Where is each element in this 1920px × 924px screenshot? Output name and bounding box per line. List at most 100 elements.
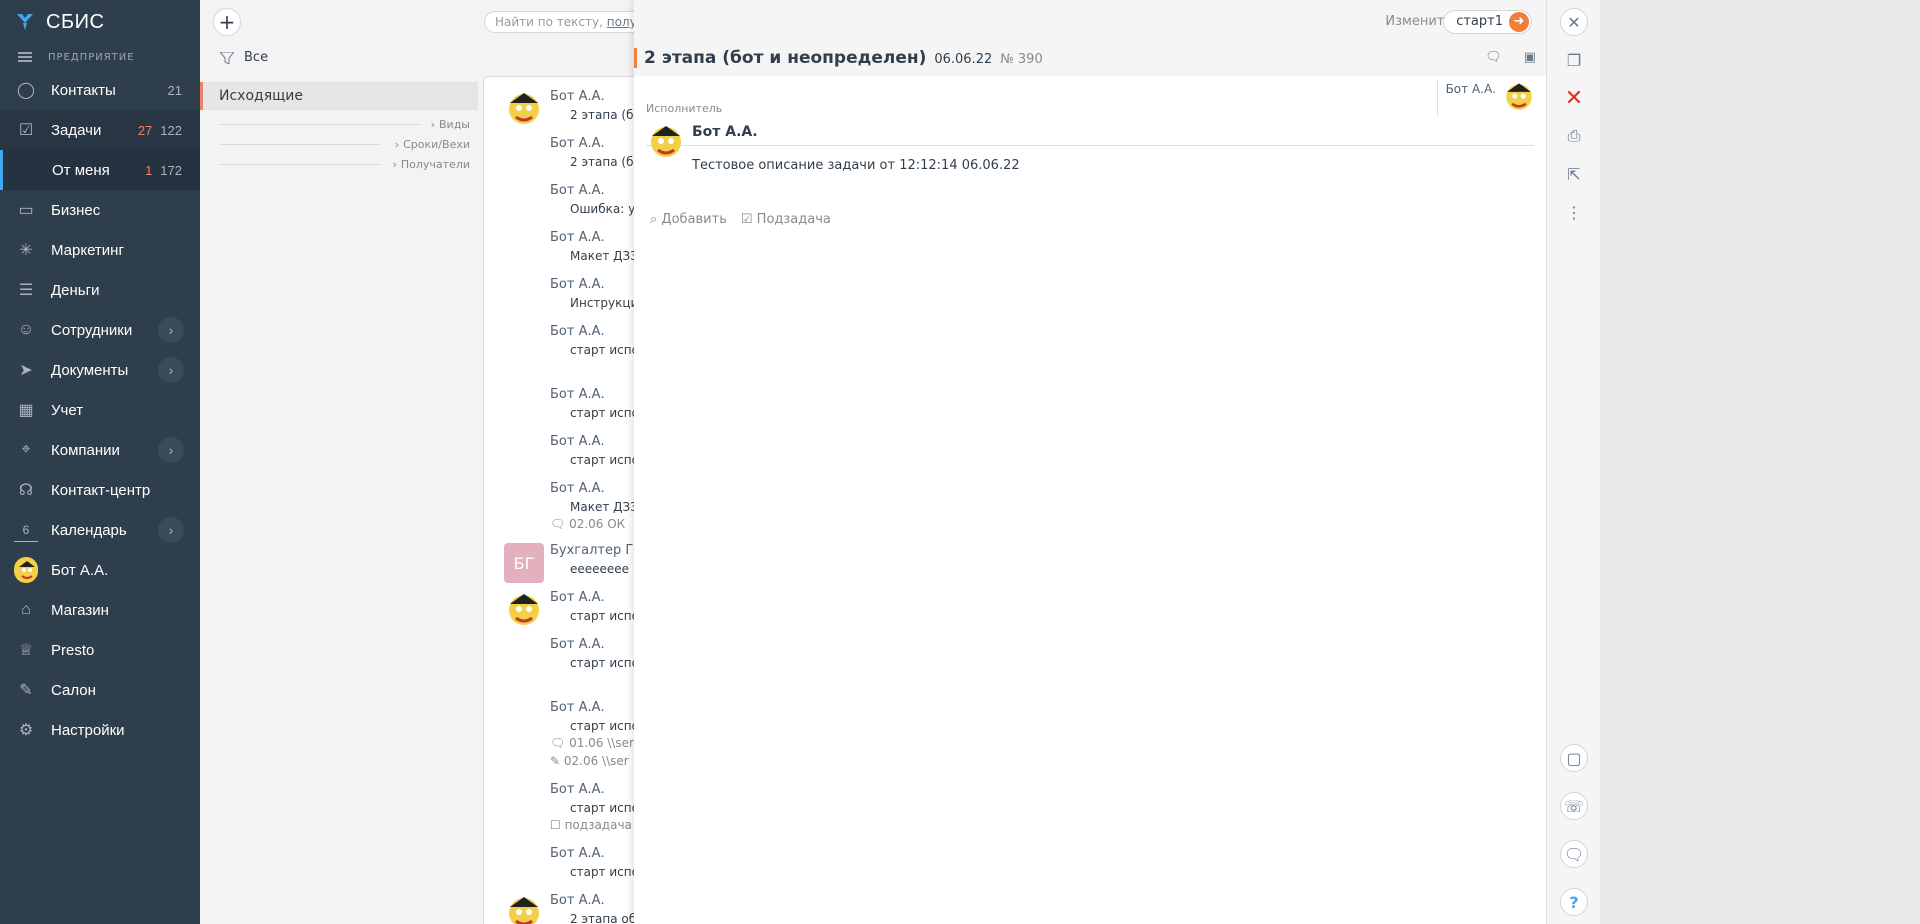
edit-meta: ✎ 02.06 \\ser — [550, 754, 629, 768]
printer-icon: ⎙ — [1567, 126, 1581, 145]
sidebar-item-from-me[interactable]: От меня 1 172 — [0, 150, 200, 190]
chat-bubble-icon: 🗨 — [1563, 844, 1585, 864]
money-icon: ☰ — [18, 282, 34, 299]
chevron-right-icon: › — [394, 137, 400, 151]
org-name: ПРЕДПРИЯТИЕ — [48, 51, 135, 63]
count-urgent: 27 — [137, 122, 153, 138]
attach-button[interactable]: ⌕ Добавить — [650, 212, 727, 227]
arrow-right-icon: ➜ — [1509, 12, 1529, 32]
sparkle-icon: ✳ — [19, 242, 33, 259]
paperclip-icon: ⌕ — [650, 212, 658, 227]
report-icon[interactable]: ▣ — [1524, 50, 1536, 65]
sidebar-item-calendar[interactable]: 6 Календарь › — [0, 510, 200, 550]
tasks-icon: ☑ — [18, 122, 34, 139]
count: 21 — [167, 82, 182, 98]
chevron-right-icon[interactable]: › — [158, 517, 184, 543]
count: 172 — [160, 162, 182, 178]
org-switcher[interactable]: ПРЕДПРИЯТИЕ — [0, 44, 200, 70]
print-button[interactable]: ⎙ — [1560, 122, 1588, 150]
task-title: 2 этапа (бот и неопределен) 06.06.22 № 3… — [634, 48, 1043, 68]
chevron-right-icon: › — [430, 117, 435, 131]
sidebar-item-contact-center[interactable]: ☊ Контакт-центр — [0, 470, 200, 510]
sidebar-item-profile[interactable]: Бот А.А. — [0, 550, 200, 590]
avatar — [1506, 83, 1532, 110]
chevron-right-icon[interactable]: › — [158, 357, 184, 383]
link-button[interactable]: ⇱ — [1560, 160, 1588, 188]
external-link-icon: ⇱ — [1567, 164, 1581, 184]
shop-icon: ⌂ — [21, 601, 31, 618]
delete-button[interactable]: ✕ — [1560, 84, 1588, 112]
executor-field[interactable]: Бот А.А. — [646, 122, 1534, 157]
sidebar-item-marketing[interactable]: ✳ Маркетинг — [0, 230, 200, 270]
task-date: 06.06.22 — [934, 52, 993, 67]
avatar — [509, 93, 539, 124]
comment-meta: 🗨 01.06 \\ser — [550, 736, 634, 750]
executor-name: Бот А.А. — [692, 124, 758, 140]
sticky-note-icon: ▢ — [1566, 748, 1582, 768]
gear-icon: ⚙ — [18, 722, 34, 739]
sidebar-item-settings[interactable]: ⚙ Настройки — [0, 710, 200, 750]
count-urgent: 1 — [145, 162, 153, 178]
people-icon: ☺ — [17, 321, 35, 338]
avatar — [651, 126, 681, 157]
chef-icon: ♕ — [18, 642, 34, 659]
folder-tree: Исходящие › Виды › Сроки/Вехи › Получатели — [200, 82, 478, 174]
chevron-right-icon[interactable]: › — [158, 317, 184, 343]
folder-deadlines[interactable]: › Сроки/Вехи — [200, 134, 478, 154]
sidebar-item-employees[interactable]: ☺ Сотрудники › — [0, 310, 200, 350]
phone-icon: ☏ — [1563, 796, 1584, 816]
briefcase-icon: ▭ — [18, 202, 34, 219]
chevron-right-icon[interactable]: › — [158, 437, 184, 463]
stage-button[interactable]: старт1 ➜ — [1443, 10, 1532, 34]
sidebar-item-companies[interactable]: ⌖ Компании › — [0, 430, 200, 470]
phone-button[interactable]: ☏ — [1560, 792, 1588, 820]
location-icon: ⌖ — [21, 441, 31, 458]
more-vertical-icon: ⋮ — [1566, 202, 1582, 222]
task-card: Изменить старт1 ➜ 2 этапа (бот и неопред… — [634, 0, 1546, 924]
sidebar-item-accounting[interactable]: ▦ Учет — [0, 390, 200, 430]
folder-outgoing[interactable]: Исходящие — [200, 82, 478, 110]
folder-types[interactable]: › Виды — [200, 114, 478, 134]
folder-recipients[interactable]: › Получатели — [200, 154, 478, 174]
subtask-button[interactable]: ☑ Подзадача — [741, 212, 831, 227]
copy-button[interactable]: ❐ — [1560, 46, 1588, 74]
help-button[interactable]: ? — [1560, 888, 1588, 916]
background — [1600, 0, 1920, 924]
author-name: Бот А.А. — [1445, 82, 1496, 96]
headset-icon: ☊ — [18, 482, 34, 499]
subtask-meta: ☐ подзадача — [550, 818, 632, 832]
notes-button[interactable]: ▢ — [1560, 744, 1588, 772]
add-task-button[interactable]: + — [213, 8, 241, 36]
comment-meta: 🗨 02.06 ОК — [550, 517, 626, 531]
sidebar-item-salon[interactable]: ✎ Салон — [0, 670, 200, 710]
count: 122 — [160, 122, 182, 138]
sidebar-item-documents[interactable]: ➤ Документы › — [0, 350, 200, 390]
task-header: Изменить старт1 ➜ 2 этапа (бот и неопред… — [634, 0, 1546, 76]
avatar — [509, 897, 539, 924]
logo[interactable]: СБИС — [0, 0, 200, 44]
sidebar-item-shop[interactable]: ⌂ Магазин — [0, 590, 200, 630]
sidebar-item-tasks[interactable]: ☑ Задачи 27 122 — [0, 110, 200, 150]
more-button[interactable]: ⋮ — [1560, 198, 1588, 226]
close-button[interactable]: ✕ — [1560, 8, 1588, 36]
filter-button[interactable]: Все — [220, 50, 268, 65]
sidebar-item-contacts[interactable]: ◯ Контакты 21 — [0, 70, 200, 110]
send-icon: ➤ — [19, 362, 33, 379]
task-description[interactable]: Тестовое описание задачи от 12:12:14 06.… — [692, 158, 1020, 173]
author-block[interactable]: Бот А.А. — [1436, 80, 1536, 116]
change-button[interactable]: Изменить — [1385, 14, 1452, 29]
sidebar-item-money[interactable]: ☰ Деньги — [0, 270, 200, 310]
filter-icon — [220, 51, 234, 64]
menu-icon[interactable] — [18, 52, 32, 62]
copy-icon: ❐ — [1566, 50, 1582, 70]
chat-button[interactable]: 🗨 — [1560, 840, 1588, 868]
sidebar-item-business[interactable]: ▭ Бизнес — [0, 190, 200, 230]
right-toolbar: ✕ ❐ ✕ ⎙ ⇱ ⋮ ▢ ☏ 🗨 ? — [1546, 0, 1600, 924]
sidebar-item-presto[interactable]: ♕ Presto — [0, 630, 200, 670]
task-actions: ⌕ Добавить ☑ Подзадача — [650, 212, 831, 227]
task-number: № 390 — [1000, 52, 1043, 67]
delete-icon: ✕ — [1564, 85, 1584, 111]
discussion-icon[interactable]: 🗨 — [1485, 50, 1502, 65]
avatar — [509, 594, 539, 625]
close-icon: ✕ — [1567, 12, 1581, 32]
